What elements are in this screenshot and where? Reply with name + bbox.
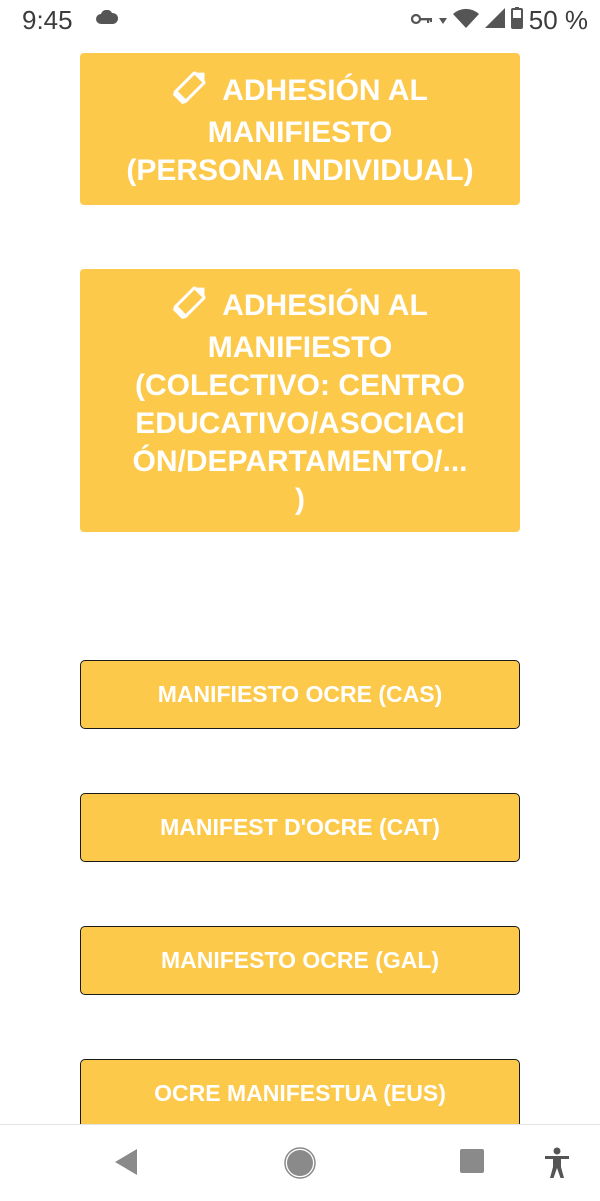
battery-percent: 50 %: [528, 5, 588, 35]
signal-icon: [484, 8, 505, 33]
pencil-icon: [172, 68, 210, 114]
wifi-icon: [452, 8, 479, 33]
button-line-1: ADHESIÓN AL: [222, 288, 428, 322]
accessibility-icon[interactable]: [543, 1147, 571, 1184]
cloud-icon: [96, 9, 119, 29]
button-line-5: ÓN/DEPARTAMENTO/...: [132, 444, 468, 478]
recents-icon[interactable]: [459, 1147, 485, 1178]
button-line-3: (COLECTIVO: CENTRO: [135, 368, 465, 402]
status-time: 9:45: [22, 5, 73, 35]
button-text: ADHESIÓN AL MANIFIESTO (COLECTIVO: CENTR…: [114, 283, 486, 519]
vpn-key-icon: [410, 12, 433, 30]
manifiesto-cas-button[interactable]: MANIFIESTO OCRE (CAS): [80, 660, 520, 729]
battery-icon: [510, 7, 523, 34]
button-text: ADHESIÓN AL MANIFIESTO (PERSONA INDIVIDU…: [114, 68, 486, 190]
back-icon[interactable]: [113, 1147, 139, 1182]
manifesto-gal-button[interactable]: MANIFESTO OCRE (GAL): [80, 926, 520, 995]
button-line-6: ): [295, 482, 305, 516]
button-line-2: MANIFIESTO: [207, 116, 393, 149]
status-bar: 9:45 50 %: [0, 0, 600, 44]
button-line-4: EDUCATIVO/ASOCIACI: [135, 406, 465, 440]
button-line: ADHESIÓN AL: [114, 283, 486, 329]
wifi-arrows-icon: [438, 12, 447, 30]
adhesion-colectivo-button[interactable]: ADHESIÓN AL MANIFIESTO (COLECTIVO: CENTR…: [80, 269, 520, 532]
status-icons: 50 %: [410, 5, 588, 36]
pencil-icon: [172, 283, 210, 329]
button-line: ADHESIÓN AL: [114, 68, 486, 114]
manifest-cat-button[interactable]: MANIFEST D'OCRE (CAT): [80, 793, 520, 862]
button-line-1: ADHESIÓN AL: [222, 74, 428, 107]
manifestua-eus-button[interactable]: OCRE MANIFESTUA (EUS): [80, 1059, 520, 1128]
adhesion-individual-button[interactable]: ADHESIÓN AL MANIFIESTO (PERSONA INDIVIDU…: [80, 53, 520, 205]
home-icon[interactable]: [284, 1147, 316, 1184]
navigation-bar: [0, 1124, 600, 1201]
button-line-3: (PERSONA INDIVIDUAL): [126, 154, 474, 187]
button-line-2: MANIFIESTO: [207, 330, 393, 364]
